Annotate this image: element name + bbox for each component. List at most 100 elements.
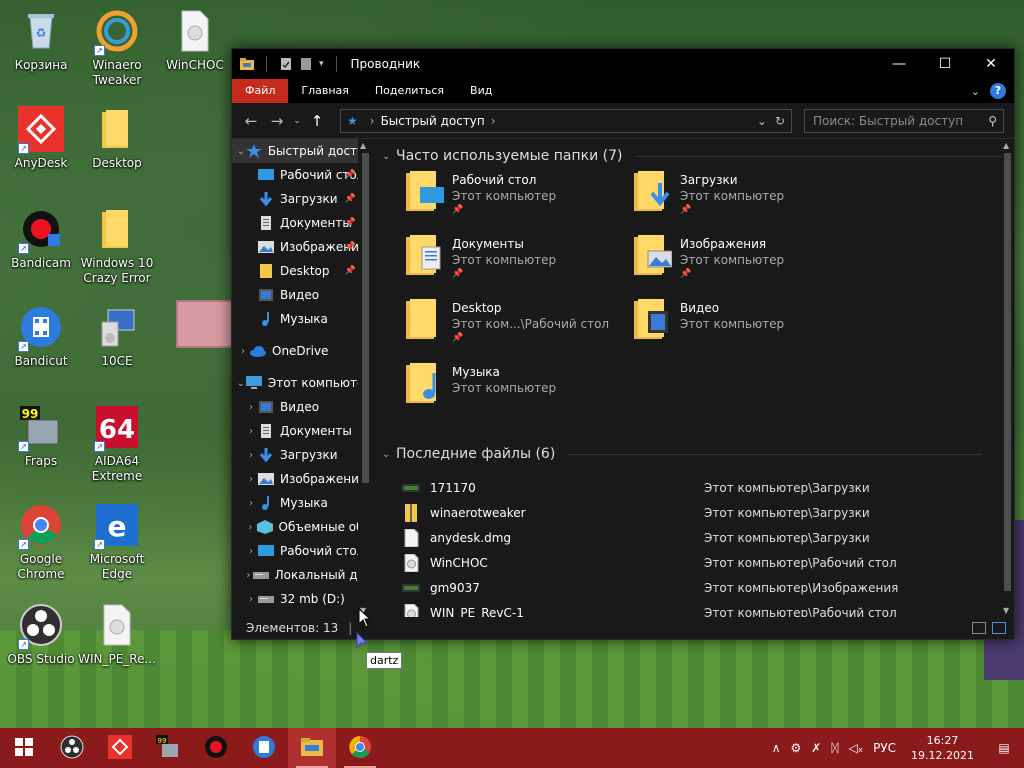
taskbar-app-button[interactable]: [96, 728, 144, 768]
collapse-chevron-icon[interactable]: ›: [244, 546, 258, 557]
collapse-chevron-icon[interactable]: ›: [244, 522, 257, 533]
content-scrollbar[interactable]: ▲ ▼: [1000, 139, 1014, 617]
collapse-chevron-icon[interactable]: ›: [244, 498, 258, 509]
desktop-icon[interactable]: ♻ Корзина: [0, 8, 82, 73]
search-icon[interactable]: ⚲: [988, 114, 997, 128]
frequent-folder-tile[interactable]: Видео Этот компьютер: [634, 297, 854, 357]
desktop-icon[interactable]: WIN_PE_Re...: [76, 602, 158, 667]
desktop-icon[interactable]: Windows 10 Crazy Error: [76, 206, 158, 286]
nav-item[interactable]: ⌄ Быстрый доступ: [232, 139, 372, 163]
nav-item[interactable]: › Изображения: [232, 467, 372, 491]
nav-item[interactable]: Рабочий стол 📌: [232, 163, 372, 187]
start-button[interactable]: [0, 728, 48, 768]
minimize-button[interactable]: —: [876, 49, 922, 79]
tab-home[interactable]: Главная: [288, 79, 362, 103]
breadcrumb-chevron-icon[interactable]: ›: [491, 114, 496, 128]
frequent-folder-tile[interactable]: Загрузки Этот компьютер 📌: [634, 169, 854, 229]
expand-chevron-icon[interactable]: ⌄: [236, 146, 246, 157]
collapse-chevron-icon[interactable]: ›: [244, 570, 253, 581]
desktop-icon[interactable]: WinCHOC: [154, 8, 236, 73]
tab-view[interactable]: Вид: [457, 79, 505, 103]
nav-item[interactable]: › Локальный дис: [232, 563, 372, 587]
breadcrumb-location[interactable]: Быстрый доступ: [381, 114, 485, 128]
collapse-chevron-icon[interactable]: ›: [244, 450, 258, 461]
customize-qa-icon[interactable]: ▾: [319, 59, 324, 69]
group-collapse-icon[interactable]: ⌄: [382, 151, 396, 162]
nav-scrollbar[interactable]: ▲ ▼: [358, 139, 372, 617]
desktop-icon[interactable]: 99 ↗ Fraps: [0, 404, 82, 469]
taskbar-app-button[interactable]: [48, 728, 96, 768]
frequent-folders-header[interactable]: ⌄ Часто используемые папки (7): [382, 141, 1014, 171]
nav-item[interactable]: Музыка: [232, 307, 372, 331]
collapse-chevron-icon[interactable]: ›: [244, 402, 258, 413]
file-explorer-window[interactable]: ▾ Проводник — ☐ ✕ Файл Главная Поделитьс…: [231, 48, 1015, 640]
desktop-icon[interactable]: ↗ OBS Studio: [0, 602, 82, 667]
language-indicator[interactable]: РУС: [873, 741, 896, 755]
nav-item[interactable]: › Документы: [232, 419, 372, 443]
new-folder-icon[interactable]: [299, 57, 313, 71]
collapse-chevron-icon[interactable]: ›: [236, 346, 250, 357]
group-collapse-icon[interactable]: ⌄: [382, 449, 396, 460]
collapse-chevron-icon[interactable]: ›: [244, 474, 258, 485]
desktop-icon[interactable]: ↗ Bandicam: [0, 206, 82, 271]
nav-item[interactable]: › Музыка: [232, 491, 372, 515]
desktop-icon[interactable]: ↗ Google Chrome: [0, 502, 82, 582]
large-icons-view-icon[interactable]: [992, 622, 1006, 634]
address-bar[interactable]: ★ › Быстрый доступ › ⌄ ↻: [340, 108, 792, 133]
desktop-icon[interactable]: e ↗ Microsoft Edge: [76, 502, 158, 582]
recent-file-row[interactable]: anydesk.dmg Этот компьютер\Загрузки: [402, 525, 902, 550]
refresh-icon[interactable]: ↻: [775, 114, 785, 128]
clock[interactable]: 16:27 19.12.2021: [911, 733, 974, 763]
network-settings-icon[interactable]: ⚙: [790, 741, 801, 755]
volume-muted-icon[interactable]: ◁ₓ: [849, 741, 864, 755]
properties-icon[interactable]: [279, 57, 293, 71]
show-hidden-icons-icon[interactable]: ∧: [772, 741, 781, 755]
taskbar-app-button[interactable]: 99: [144, 728, 192, 768]
frequent-folder-tile[interactable]: Музыка Этот компьютер: [406, 361, 626, 421]
desktop-icon[interactable]: 64 ↗ AIDA64 Extreme: [76, 404, 158, 484]
frequent-folder-tile[interactable]: Рабочий стол Этот компьютер 📌: [406, 169, 626, 229]
close-button[interactable]: ✕: [968, 49, 1014, 79]
recent-locations-icon[interactable]: ⌄: [292, 110, 302, 132]
desktop-icon[interactable]: Desktop: [76, 106, 158, 171]
address-dropdown-icon[interactable]: ⌄: [757, 114, 767, 128]
content-scrollbar-thumb[interactable]: [1004, 153, 1011, 591]
nav-item[interactable]: › Загрузки: [232, 443, 372, 467]
recent-file-row[interactable]: winaerotweaker Этот компьютер\Загрузки: [402, 500, 902, 525]
desktop-icon[interactable]: ↗ AnyDesk: [0, 106, 82, 171]
nav-item[interactable]: ⌄ Этот компьютер: [232, 371, 372, 395]
details-view-icon[interactable]: [972, 622, 986, 634]
up-arrow-icon[interactable]: ↑: [306, 110, 328, 132]
nav-item[interactable]: › 32 mb (D:): [232, 587, 372, 611]
collapse-chevron-icon[interactable]: ›: [244, 426, 258, 437]
tab-file[interactable]: Файл: [232, 79, 289, 103]
nav-item[interactable]: › Видео: [232, 395, 372, 419]
nav-item[interactable]: › Рабочий стол: [232, 539, 372, 563]
scroll-up-icon[interactable]: ▲: [1003, 141, 1009, 150]
frequent-folder-tile[interactable]: Документы Этот компьютер 📌: [406, 233, 626, 293]
desktop-icon[interactable]: 10CE: [76, 304, 158, 369]
taskbar-app-button[interactable]: [192, 728, 240, 768]
mic-icon[interactable]: ᛞ: [831, 741, 838, 755]
expand-ribbon-icon[interactable]: ⌄: [971, 85, 980, 98]
wifi-off-icon[interactable]: ✗: [811, 741, 821, 755]
nav-item[interactable]: Загрузки 📌: [232, 187, 372, 211]
taskbar-app-button[interactable]: [336, 728, 384, 768]
help-icon[interactable]: ?: [990, 83, 1006, 99]
recent-files-header[interactable]: ⌄ Последние файлы (6): [382, 439, 994, 469]
scroll-up-icon[interactable]: ▲: [360, 141, 366, 150]
nav-item[interactable]: Desktop 📌: [232, 259, 372, 283]
frequent-folder-tile[interactable]: Desktop Этот ком...\Рабочий стол 📌: [406, 297, 626, 357]
tab-share[interactable]: Поделиться: [362, 79, 457, 103]
recent-file-row[interactable]: WIN_PE_RevC-1 Этот компьютер\Рабочий стол: [402, 600, 902, 617]
scroll-down-icon[interactable]: ▼: [1003, 606, 1009, 615]
notifications-icon[interactable]: ▤: [984, 741, 1024, 755]
expand-chevron-icon[interactable]: ⌄: [236, 378, 246, 389]
taskbar-app-button[interactable]: [288, 728, 336, 768]
maximize-button[interactable]: ☐: [922, 49, 968, 79]
nav-item[interactable]: › Объемные объ: [232, 515, 372, 539]
nav-scrollbar-thumb[interactable]: [362, 153, 369, 483]
recent-file-row[interactable]: WinCHOC Этот компьютер\Рабочий стол: [402, 550, 902, 575]
recent-file-row[interactable]: 171170 Этот компьютер\Загрузки: [402, 475, 902, 500]
taskbar-app-button[interactable]: [240, 728, 288, 768]
